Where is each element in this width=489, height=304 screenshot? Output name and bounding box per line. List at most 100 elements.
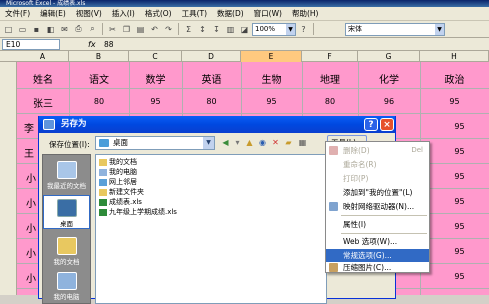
cell-a1[interactable]: 姓名 [17,71,69,86]
menu-item-add-to-my-places[interactable]: 添加到"我的位置"(L) [326,186,429,199]
place-desktop[interactable]: 桌面 [43,195,90,229]
cell-e2[interactable]: 95 [241,97,302,106]
cell-h5[interactable]: 95 [430,172,489,181]
mail-icon[interactable]: ✉ [58,23,71,36]
file-item[interactable]: 九年级上学期成绩.xls [99,207,177,217]
cell-a9-partial[interactable]: 小 [26,270,36,285]
file-item[interactable]: 新建文件夹 [99,187,144,197]
menu-file[interactable]: 文件(F) [0,8,35,19]
cell-h2[interactable]: 95 [420,97,489,106]
permission-icon[interactable]: ◧ [44,23,57,36]
new-icon[interactable]: □ [2,23,15,36]
new-folder-icon[interactable]: ▰ [283,137,294,148]
menu-help[interactable]: 帮助(H) [287,8,324,19]
cell-a8-partial[interactable]: 小 [26,245,36,260]
search-web-icon[interactable]: ◉ [257,137,268,148]
column-header-b[interactable]: B [69,51,129,62]
column-header-e[interactable]: E [241,51,302,62]
chevron-down-icon[interactable]: ▼ [203,137,214,149]
cell-a5-partial[interactable]: 小 [26,170,36,185]
cell-c1[interactable]: 数学 [129,71,182,86]
menu-tools[interactable]: 工具(T) [177,8,212,19]
sort-ascending-icon[interactable]: ↕ [196,23,209,36]
cell-c2[interactable]: 95 [129,97,182,106]
cell-a2[interactable]: 张三 [17,95,69,110]
font-select[interactable]: 宋体 ▼ [345,22,445,36]
column-header-c[interactable]: C [129,51,182,62]
menu-item-map-network-drive[interactable]: 映射网络驱动器(N)... [326,200,429,213]
cell-d2[interactable]: 80 [182,97,241,106]
menu-item-rename[interactable]: 重命名(R) [326,158,429,171]
menu-item-print[interactable]: 打印(P) [326,172,429,185]
menu-item-delete[interactable]: 删除(D) Del [326,144,429,157]
column-header-a[interactable]: A [17,51,69,62]
sort-descending-icon[interactable]: ↧ [210,23,223,36]
cell-h6[interactable]: 95 [430,197,489,206]
place-my-documents[interactable]: 我的文档 [43,237,90,266]
place-recent[interactable]: 我最近的文档 [43,161,90,190]
undo-icon[interactable]: ↶ [148,23,161,36]
menu-view[interactable]: 视图(V) [71,8,107,19]
preview-icon[interactable]: ⌕ [86,23,99,36]
up-folder-icon[interactable]: ▲ [244,137,255,148]
column-header-d[interactable]: D [182,51,241,62]
dialog-help-button[interactable]: ? [364,118,378,131]
menu-item-properties[interactable]: 属性(I) [326,218,429,231]
paste-icon[interactable]: ▤ [134,23,147,36]
views-icon[interactable]: ▦ [297,137,308,148]
cell-a4-partial[interactable]: 王 [24,145,34,160]
menu-item-compress-pictures[interactable]: 压缩图片(C)... [326,261,429,274]
cell-f2[interactable]: 80 [302,97,358,106]
menu-data[interactable]: 数据(D) [212,8,249,19]
menu-window[interactable]: 窗口(W) [249,8,287,19]
cell-h1[interactable]: 政治 [420,71,489,86]
cell-b2[interactable]: 80 [69,97,129,106]
file-item[interactable]: 网上邻居 [99,177,137,187]
cell-e1[interactable]: 生物 [241,71,302,86]
row-headers[interactable] [0,62,17,295]
menu-format[interactable]: 格式(O) [140,8,177,19]
cell-h3[interactable]: 95 [430,122,489,131]
help-icon[interactable]: ? [297,23,310,36]
cell-h9[interactable]: 95 [430,272,489,281]
autosum-icon[interactable]: Σ [182,23,195,36]
menu-item-web-options[interactable]: Web 选项(W)... [326,235,429,248]
column-header-f[interactable]: F [302,51,358,62]
cell-a3-partial[interactable]: 李 [24,120,34,135]
menu-edit[interactable]: 编辑(E) [35,8,71,19]
print-icon[interactable]: ⎙ [72,23,85,36]
cell-g1[interactable]: 化学 [358,71,420,86]
cell-g2[interactable]: 96 [358,97,420,106]
file-item[interactable]: 我的电脑 [99,167,137,177]
menu-insert[interactable]: 插入(I) [107,8,140,19]
cell-d1[interactable]: 英语 [182,71,241,86]
name-box[interactable]: E10 [2,39,60,50]
place-my-computer[interactable]: 我的电脑 [43,272,90,301]
redo-icon[interactable]: ↷ [162,23,175,36]
file-item[interactable]: 我的文档 [99,157,137,167]
save-in-select[interactable]: 桌面 ▼ [95,136,215,150]
column-header-h[interactable]: H [420,51,489,62]
cell-a6-partial[interactable]: 小 [26,195,36,210]
cut-icon[interactable]: ✂ [106,23,119,36]
copy-icon[interactable]: ❐ [120,23,133,36]
fx-icon[interactable]: fx [88,38,96,51]
cell-f1[interactable]: 地理 [302,71,358,86]
save-icon[interactable]: ▪ [30,23,43,36]
file-item[interactable]: 成绩表.xls [99,197,142,207]
formula-input[interactable]: 88 [104,38,114,51]
open-icon[interactable]: ▭ [16,23,29,36]
file-list[interactable]: 我的文档 我的电脑 网上邻居 新建文件夹 成绩表.xls 九年级上学期成绩.xl… [95,154,327,304]
cell-a7-partial[interactable]: 小 [26,220,36,235]
column-header-g[interactable]: G [358,51,420,62]
cell-h7[interactable]: 95 [430,222,489,231]
chart-wizard-icon[interactable]: ▥ [224,23,237,36]
cell-b1[interactable]: 语文 [69,71,129,86]
back-icon[interactable]: ◀ [220,137,231,148]
zoom-select[interactable]: 100% ▼ [252,22,296,36]
cell-h8[interactable]: 95 [430,247,489,256]
dialog-close-button[interactable]: × [380,118,394,131]
dropdown-arrow-icon[interactable]: ▾ [232,137,243,148]
cell-h4[interactable]: 95 [430,147,489,156]
drawing-icon[interactable]: ◪ [238,23,251,36]
